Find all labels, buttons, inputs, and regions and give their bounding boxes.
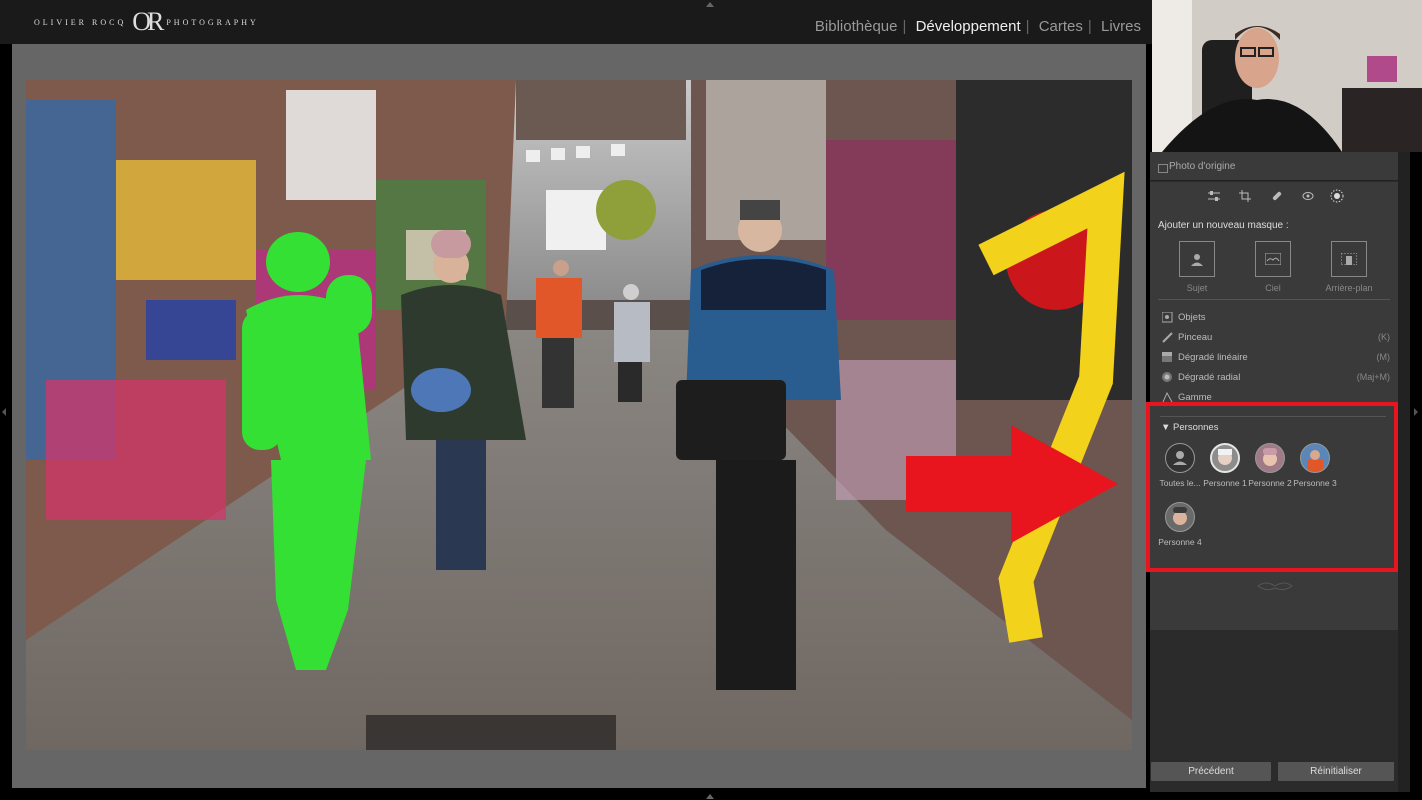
street-photo: [26, 80, 1132, 750]
webcam-overlay: [1152, 0, 1422, 152]
presenter-video: [1152, 0, 1422, 152]
logo-left-text: OLIVIER ROCQ: [34, 17, 127, 27]
background-mask-label: Arrière-plan: [1325, 283, 1373, 293]
reset-button[interactable]: Réinitialiser: [1278, 762, 1394, 781]
original-photo-row: Photo d'origine: [1150, 152, 1398, 181]
subject-mask-button[interactable]: [1179, 241, 1215, 277]
photo-preview[interactable]: [26, 80, 1132, 750]
module-develop[interactable]: Développement: [911, 18, 1026, 35]
range-tool[interactable]: Gamme: [1162, 390, 1390, 402]
crop-icon[interactable]: [1236, 187, 1254, 205]
objects-tool[interactable]: Objets: [1162, 310, 1390, 328]
objects-icon: [1162, 312, 1173, 323]
new-mask-title: Ajouter un nouveau masque :: [1158, 220, 1289, 231]
brush-icon: [1162, 332, 1173, 343]
previous-button[interactable]: Précédent: [1151, 762, 1271, 781]
original-photo-label: Photo d'origine: [1169, 161, 1236, 172]
brush-tool[interactable]: Pinceau (K): [1162, 330, 1390, 348]
linear-gradient-tool[interactable]: Dégradé linéaire (M): [1162, 350, 1390, 368]
studio-logo: OLIVIER ROCQ OR PHOTOGRAPHY: [34, 7, 259, 36]
redeye-icon[interactable]: [1299, 187, 1317, 205]
sky-mask-button[interactable]: [1255, 241, 1291, 277]
tool-strip: [1150, 182, 1398, 211]
subject-mask-label: Sujet: [1186, 283, 1208, 293]
linear-gradient-icon: [1162, 352, 1172, 362]
module-map[interactable]: Cartes: [1034, 18, 1088, 35]
left-panel-toggle-icon[interactable]: [2, 408, 6, 416]
right-panel-toggle-icon[interactable]: [1414, 408, 1418, 416]
module-picker: Bibliothèque | Développement | Cartes | Liv…: [810, 18, 1146, 35]
sky-mask-label: Ciel: [1265, 283, 1281, 293]
module-bar: OLIVIER ROCQ OR PHOTOGRAPHY Bibliothèque…: [0, 0, 1152, 44]
mask-icon[interactable]: [1328, 187, 1346, 205]
highlight-box-annotation: [1146, 402, 1398, 572]
bottom-panel-toggle-icon[interactable]: [706, 794, 714, 799]
sky-icon: [1265, 253, 1281, 265]
logo-right-text: PHOTOGRAPHY: [166, 17, 259, 27]
radial-gradient-tool[interactable]: Dégradé radial (Maj+M): [1162, 370, 1390, 388]
divider: [1158, 299, 1390, 300]
module-library[interactable]: Bibliothèque: [810, 18, 903, 35]
module-book[interactable]: Livres: [1096, 18, 1146, 35]
radial-gradient-icon: [1162, 372, 1172, 382]
sliders-icon[interactable]: [1205, 187, 1223, 205]
top-panel-toggle-icon[interactable]: [706, 2, 714, 7]
original-photo-checkbox[interactable]: [1158, 164, 1168, 173]
range-icon: [1162, 392, 1173, 402]
background-mask-button[interactable]: [1331, 241, 1367, 277]
panel-end-ornament-icon: [1257, 582, 1293, 591]
healing-icon[interactable]: [1268, 187, 1286, 205]
panel-scrollbar[interactable]: [1398, 152, 1410, 792]
background-icon: [1341, 253, 1357, 265]
logo-monogram: OR: [132, 7, 164, 36]
panel-footer: Précédent Réinitialiser: [1150, 762, 1398, 782]
subject-icon: [1191, 254, 1203, 266]
